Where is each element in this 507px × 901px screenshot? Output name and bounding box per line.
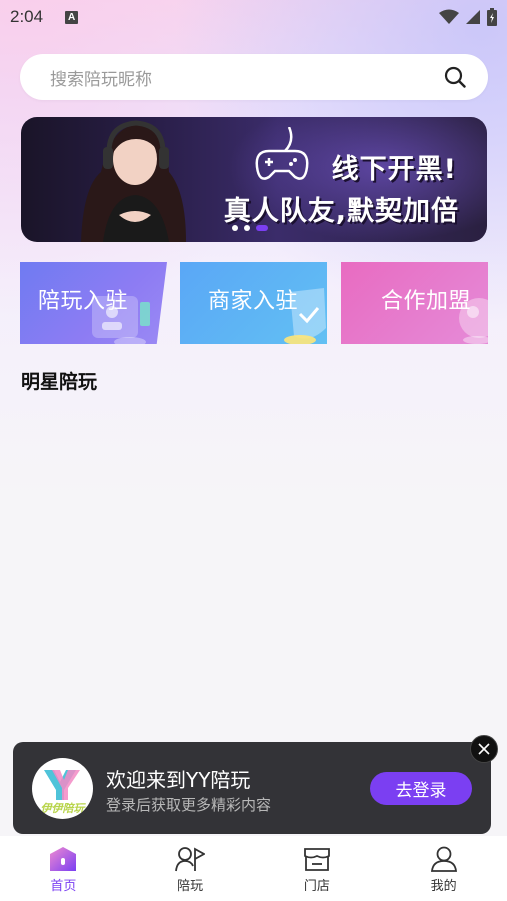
merchant-join-card[interactable]: 商家入驻 — [180, 262, 327, 344]
app-logo-image: 伊伊陪玩 — [41, 770, 87, 815]
merchant-join-label: 商家入驻 — [208, 289, 299, 314]
banner-dot-active[interactable] — [256, 225, 268, 231]
login-prompt-title: 欢迎来到YY陪玩 — [106, 768, 251, 792]
tab-home[interactable]: 首页 — [0, 836, 127, 901]
companion-icon — [175, 847, 206, 872]
section-title: 明星陪玩 — [21, 371, 98, 393]
entry-cards: 陪玩入驻 商家入驻 合作加盟 — [20, 262, 490, 344]
companion-join-label: 陪玩入驻 — [38, 289, 129, 314]
partner-join-label: 合作加盟 — [381, 289, 472, 314]
banner-pagination[interactable] — [232, 225, 268, 231]
wifi-icon — [439, 9, 459, 24]
login-prompt-subtitle: 登录后获取更多精彩内容 — [106, 796, 272, 814]
status-bar: 2:04 A — [0, 0, 507, 34]
banner-subheadline: 真人队友,默契加倍 — [223, 196, 459, 227]
companion-join-card[interactable]: 陪玩入驻 — [20, 262, 167, 344]
partner-join-card[interactable]: 合作加盟 — [341, 262, 488, 344]
banner-dot[interactable] — [232, 225, 238, 231]
tab-companion-label: 陪玩 — [177, 879, 204, 894]
notification-icon: A — [65, 10, 79, 24]
search-icon[interactable] — [444, 66, 466, 88]
profile-icon — [430, 846, 457, 872]
app-logo-text: 伊伊陪玩 — [41, 802, 87, 815]
banner-dot[interactable] — [244, 225, 250, 231]
banner-gamer-girl-image — [81, 120, 186, 242]
signal-icon — [466, 10, 480, 24]
login-button[interactable]: 去登录 — [370, 772, 472, 805]
tab-profile-label: 我的 — [430, 879, 457, 894]
search-bar[interactable]: 搜索陪玩昵称 — [20, 54, 488, 100]
tab-home-label: 首页 — [50, 879, 77, 894]
bottom-tab-bar: 首页 陪玩 门店 我的 — [0, 836, 507, 901]
banner-headline: 线下开黑! — [331, 154, 457, 185]
battery-icon — [487, 8, 497, 26]
close-popup-button[interactable] — [470, 735, 498, 763]
promo-banner[interactable]: 线下开黑! 真人队友,默契加倍 — [21, 117, 487, 242]
login-prompt: 伊伊陪玩 欢迎来到YY陪玩 登录后获取更多精彩内容 去登录 — [13, 742, 491, 834]
gamepad-icon — [255, 127, 309, 180]
app-logo: 伊伊陪玩 — [32, 758, 93, 819]
tab-store-label: 门店 — [303, 879, 330, 894]
store-icon — [303, 848, 330, 871]
tab-profile[interactable]: 我的 — [380, 836, 507, 901]
tab-store[interactable]: 门店 — [254, 836, 381, 901]
status-time: 2:04 — [10, 7, 44, 26]
close-icon[interactable] — [477, 742, 491, 756]
home-icon — [50, 847, 77, 871]
search-input[interactable]: 搜索陪玩昵称 — [50, 65, 444, 90]
status-icons — [439, 8, 497, 26]
tab-companion[interactable]: 陪玩 — [127, 836, 254, 901]
